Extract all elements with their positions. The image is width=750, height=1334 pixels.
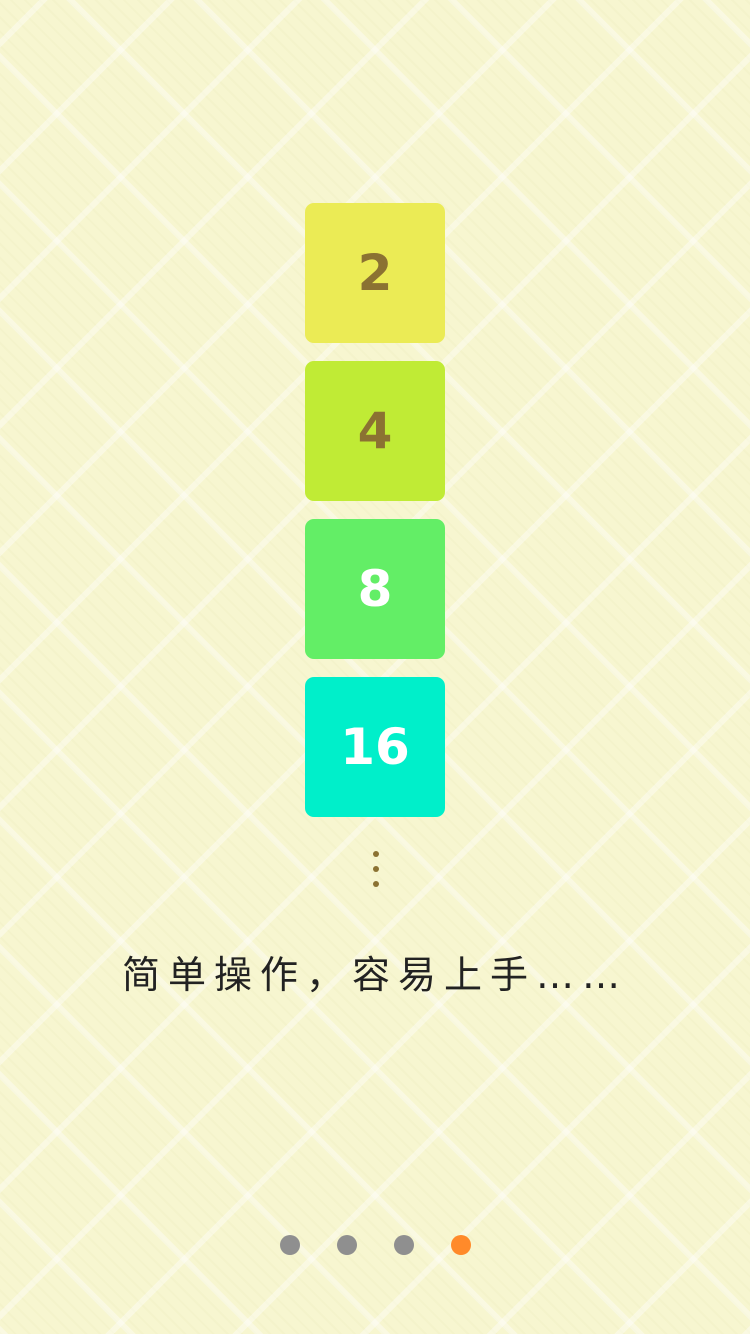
- page-indicator: [0, 1235, 750, 1255]
- tile-8-value: 8: [357, 560, 393, 618]
- page-dot-4-active[interactable]: [451, 1235, 471, 1255]
- tile-16-value: 16: [340, 718, 410, 776]
- tile-16: 16: [305, 677, 445, 817]
- intro-caption: 简单操作，容易上手……: [121, 953, 628, 997]
- tile-8: 8: [305, 519, 445, 659]
- tile-2: 2: [305, 203, 445, 343]
- tile-2-value: 2: [357, 244, 393, 302]
- tile-4-value: 4: [357, 402, 393, 460]
- page-dot-2[interactable]: [337, 1235, 357, 1255]
- page-dot-3[interactable]: [394, 1235, 414, 1255]
- page-dot-1[interactable]: [280, 1235, 300, 1255]
- tile-4: 4: [305, 361, 445, 501]
- vertical-ellipsis-icon: [370, 851, 382, 887]
